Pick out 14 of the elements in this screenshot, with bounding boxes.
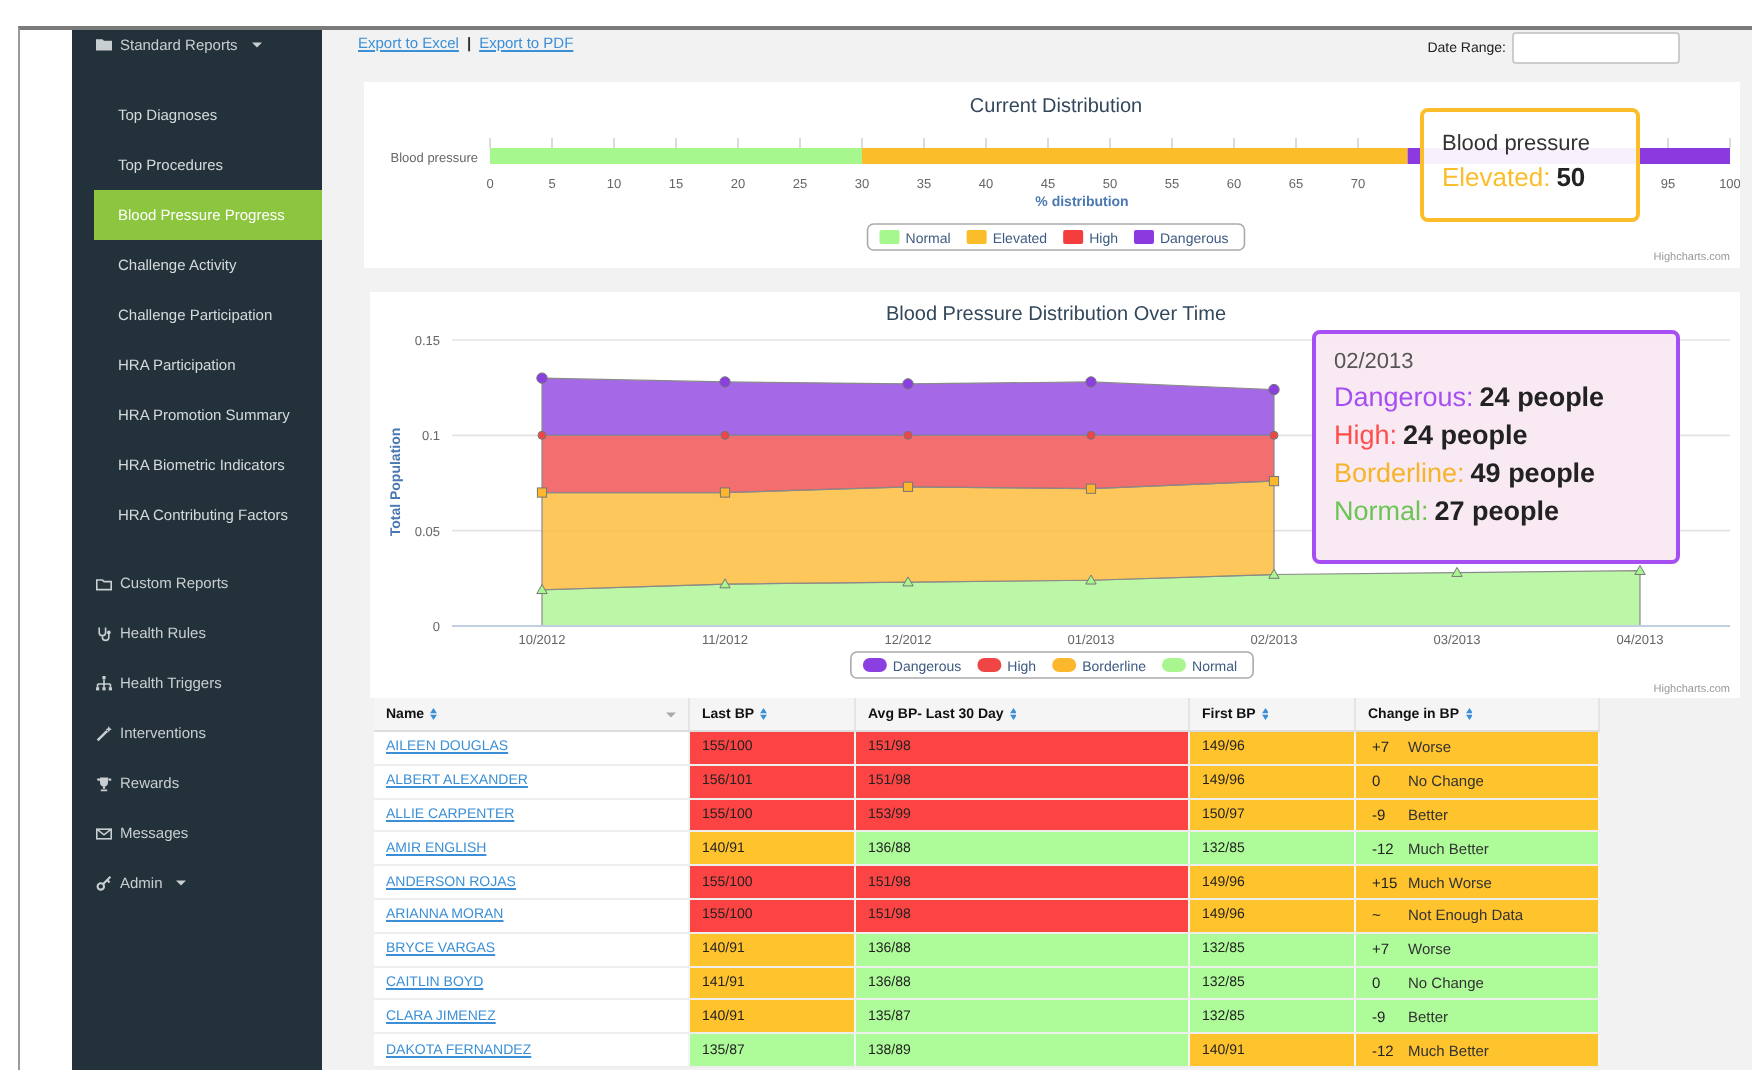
chart-title: Blood Pressure Distribution Over Time [885, 304, 1227, 326]
tooltip-label: Normal: [1334, 496, 1429, 526]
tooltip-title: Blood pressure [1442, 132, 1592, 156]
tooltip-value: 27 people [1434, 496, 1560, 526]
tooltip-label: Elevated: [1442, 162, 1551, 192]
tooltip-value: 49 people [1470, 458, 1596, 488]
tooltip-label: High: [1334, 420, 1398, 450]
tooltip-value: 24 people [1479, 382, 1605, 412]
tooltip-label: Dangerous: [1334, 382, 1474, 412]
chart-title: Current Distribution [969, 96, 1143, 118]
tooltip-value: 50 [1556, 162, 1586, 192]
tooltip-value: 24 people [1403, 420, 1528, 450]
tooltip-title: 02/2013 [1334, 350, 1416, 374]
tooltip-label: Borderline: [1334, 458, 1465, 488]
